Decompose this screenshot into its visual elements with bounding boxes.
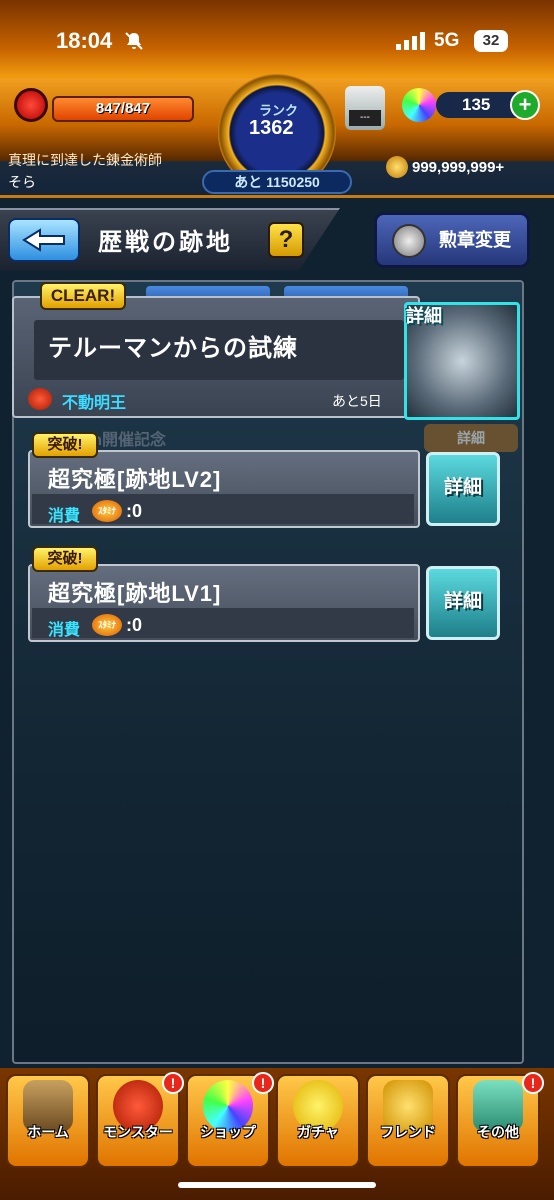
quest-cost-strip [32,494,414,524]
player-name: そら [8,174,36,190]
rank-next-exp: あと 1150250 [202,170,352,194]
item-box-value: --- [349,110,381,126]
nav-other-label: その他 [477,1124,519,1140]
nav-home-label: ホーム [27,1124,69,1140]
faded-detail-button: 詳細 [424,424,518,452]
quest-title: 超究極[跡地LV1] [48,581,222,606]
nav-monster-label: モンスター [103,1124,173,1140]
help-button[interactable]: ? [268,222,304,258]
quest-detail-button[interactable]: 詳細 [426,566,500,640]
alert-badge: ! [252,1072,274,1094]
nav-gacha-label: ガチャ [297,1124,339,1140]
page-title: 歴戦の跡地 [98,229,233,256]
rank-number: 1362 [249,117,294,139]
back-arrow-icon [22,228,65,252]
quest-cost-value: :0 [126,501,143,521]
bell-mute-icon [125,32,143,50]
quest-title: 超究極[跡地LV2] [48,467,222,492]
days-left: あと5日 [332,393,382,409]
nav-shop-label: ショップ [200,1124,256,1140]
boss-name: 不動明王 [62,395,127,412]
player-title: 真理に到達した錬金術師 [8,152,162,168]
alert-badge: ! [162,1072,184,1094]
quest-detail-button[interactable]: 詳細 [426,452,500,526]
event-title: テルーマンからの試練 [48,335,298,362]
quest-cost-strip [32,608,414,638]
quest-cost-label: 消費 [48,622,81,639]
network-type: 5G [434,30,460,51]
stamina-icon: ｽﾀﾐﾅ [92,500,122,522]
battery-icon: 32 [474,30,508,52]
status-time: 18:04 [56,28,113,53]
add-orb-button[interactable]: + [510,90,540,120]
quest-badge: 突破! [32,432,98,458]
quest-cost-label: 消費 [48,508,81,525]
nav-friend-label: フレンド [380,1124,436,1140]
stamina-icon: ｽﾀﾐﾅ [92,614,122,636]
home-indicator [178,1182,376,1188]
signal-icon [396,32,425,50]
quest-cost-value: :0 [126,615,143,635]
clear-badge: CLEAR! [40,282,126,310]
event-detail-label: 詳細 [406,306,442,326]
alert-badge: ! [522,1072,544,1094]
gold-count: 999,999,999+ [412,159,505,176]
refresh-icon [392,224,426,258]
stamina-icon [14,88,48,122]
quest-badge: 突破! [32,546,98,572]
stamina-bar: 847/847 [52,96,194,122]
gold-coin-icon [386,156,408,178]
app-screen: { "status": {"time": "18:04", "network":… [0,0,554,1200]
orb-icon [402,88,436,122]
boss-element-icon [28,388,52,410]
